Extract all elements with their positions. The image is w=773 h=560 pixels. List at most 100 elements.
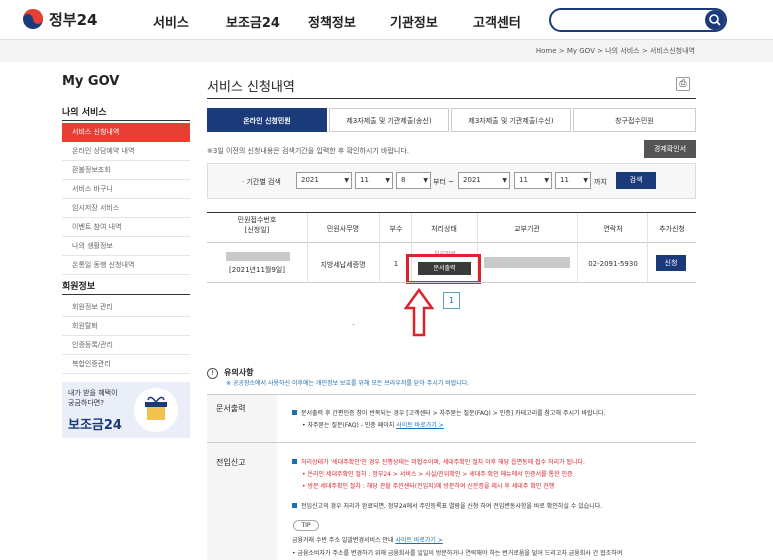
divider bbox=[62, 120, 190, 121]
th-copies: 부수 bbox=[389, 225, 403, 233]
period-label: · 기간별 검색 bbox=[242, 178, 281, 186]
sidebar-section-member: 회원정보 bbox=[62, 282, 96, 292]
sidebar-item-event[interactable]: 이벤트 참여 내역 bbox=[62, 218, 190, 237]
print-icon: ⎙ bbox=[679, 79, 687, 89]
faq-site-link[interactable]: 사이트 바로가기 > bbox=[396, 422, 443, 429]
sidebar-item-basket[interactable]: 서비스 바구니 bbox=[62, 180, 190, 199]
nav-services[interactable]: 서비스 bbox=[153, 12, 189, 31]
move-line1: 처리상태가 '세대주확인'인 경우 진행상태는 미접수이며, 세대주확인 절차 … bbox=[292, 457, 585, 466]
divider bbox=[647, 213, 648, 282]
sidebar-item-life-info[interactable]: 나의 생활정보 bbox=[62, 237, 190, 256]
highlight-box bbox=[406, 254, 481, 284]
move-line2: • 온라인 세대주확인 절차 : 정부24 > 서비스 > 사실/진위확인 > … bbox=[302, 471, 573, 478]
move-line6: • 금융소비자가 주소를 변경하기 위해 금융회사를 일일이 방문하거나 연락해… bbox=[292, 550, 623, 557]
notice-text: ※3일 이전의 신청내용은 검색기간을 입력한 후 확인하시기 바랍니다. bbox=[207, 147, 409, 155]
table-bottom-border bbox=[207, 282, 696, 283]
nav-agency-info[interactable]: 기관정보 bbox=[390, 12, 438, 31]
sidebar-item-member-info[interactable]: 회원정보 관리 bbox=[62, 298, 190, 317]
sidebar-item-temp-saved[interactable]: 임시저장 서비스 bbox=[62, 199, 190, 218]
search-input[interactable] bbox=[549, 8, 727, 32]
to-day-select[interactable]: 11 ▼ bbox=[555, 172, 591, 189]
doc-print-line2: • 자주묻는 질문(FAQ) - 인증 페이지 사이트 바로가기 > bbox=[302, 422, 444, 429]
sidebar-item-refund[interactable]: 환불정보조회 bbox=[62, 161, 190, 180]
banner-brand: 보조금24 bbox=[68, 418, 122, 433]
divider bbox=[207, 98, 696, 99]
bullet-icon bbox=[292, 410, 297, 415]
info-icon: ! bbox=[207, 368, 218, 379]
breadcrumb[interactable]: Home > My GOV > 나의 서비스 > 서비스신청내역 bbox=[536, 46, 695, 56]
th-office-name: 민원사무명 bbox=[326, 225, 360, 233]
chevron-down-icon: ▼ bbox=[423, 177, 428, 184]
tab-online[interactable]: 온라인 신청민원 bbox=[207, 108, 327, 132]
page-title: 서비스 신청내역 bbox=[207, 80, 295, 95]
sidebar-item-consult-booking[interactable]: 온라인 상담예약 내역 bbox=[62, 142, 190, 161]
tip-badge: TIP bbox=[293, 520, 319, 531]
gift-icon bbox=[134, 388, 178, 432]
sidebar-item-complex-auth[interactable]: 복합인증관리 bbox=[62, 355, 190, 374]
row-office-name[interactable]: 지방세납세증명 bbox=[308, 260, 378, 270]
select-value: 11 bbox=[360, 176, 369, 184]
sidebar-item-withdraw[interactable]: 회원탈퇴 bbox=[62, 317, 190, 336]
from-text: 부터 ~ bbox=[433, 178, 454, 186]
move-line3-text: 방문 세대주확인 절차 : 해당 관할 주민센터(전입지)에 방문하여 신분증을… bbox=[307, 483, 555, 490]
from-day-select[interactable]: 8 ▼ bbox=[396, 172, 431, 189]
sidebar-title: My GOV bbox=[62, 74, 120, 89]
chevron-down-icon: ▼ bbox=[344, 177, 349, 184]
search-button[interactable] bbox=[705, 10, 725, 30]
chevron-down-icon: ▼ bbox=[385, 177, 390, 184]
th-contact: 연락처 bbox=[603, 225, 623, 233]
move-line6-text: 금융소비자가 주소를 변경하기 위해 금융회사를 일일이 방문하거나 연락해야 … bbox=[297, 550, 623, 557]
to-year-select[interactable]: 2021 ▼ bbox=[458, 172, 510, 189]
th-receipt-no: 민원접수번호 [신청일] bbox=[237, 216, 277, 234]
move-in-label: 전입신고 bbox=[207, 443, 277, 560]
to-month-select[interactable]: 11 ▼ bbox=[514, 172, 552, 189]
th-status: 처리상태 bbox=[431, 225, 457, 233]
select-value: 2021 bbox=[301, 176, 319, 184]
chevron-down-icon: ▼ bbox=[502, 177, 507, 184]
doc-print-line2-text: 자주묻는 질문(FAQ) - 인증 페이지 bbox=[307, 422, 395, 429]
tab-third-receive[interactable]: 제3자제출 및 기관제출(수신) bbox=[451, 108, 571, 132]
sidebar-item-service-history[interactable]: 서비스 신청내역 bbox=[62, 123, 190, 142]
from-month-select[interactable]: 11 ▼ bbox=[355, 172, 393, 189]
redacted-receipt-no bbox=[226, 252, 290, 261]
doc-print-label: 문서출력 bbox=[207, 395, 277, 442]
move-line4: 전입신고의 경우 처리가 완료되면, 정부24에서 주민등록표 열람을 신청 하… bbox=[292, 501, 602, 510]
taegeuk-logo-icon bbox=[23, 9, 43, 29]
divider bbox=[207, 394, 696, 395]
move-line3: • 방문 세대주확인 절차 : 해당 관할 주민센터(전입지)에 방문하여 신분… bbox=[302, 483, 555, 490]
sidebar-item-companion[interactable]: 온통일 동행 신청내역 bbox=[62, 256, 190, 275]
nav-subsidy24[interactable]: 보조금24 bbox=[226, 12, 280, 31]
print-button[interactable]: ⎙ bbox=[676, 77, 690, 91]
move-line1-text: 처리상태가 '세대주확인'인 경우 진행상태는 미접수이며, 세대주확인 절차 … bbox=[301, 459, 585, 466]
nav-customer-center[interactable]: 고객센터 bbox=[473, 12, 521, 31]
th-agency: 교부기관 bbox=[514, 225, 540, 233]
pagination-page[interactable]: 1 bbox=[443, 292, 460, 309]
sidebar-item-auth[interactable]: 인증등록/관리 bbox=[62, 336, 190, 355]
divider bbox=[379, 213, 380, 282]
redacted-agency bbox=[484, 257, 570, 268]
select-value: 2021 bbox=[463, 176, 481, 184]
doc-print-line1: 문서출력 후 간편인증 창이 반복되는 경우 [고객센터 > 자주묻는 질문(F… bbox=[292, 408, 605, 417]
divider bbox=[207, 442, 696, 443]
period-search-button[interactable]: 검색 bbox=[616, 172, 656, 189]
finance-site-link[interactable]: 사이트 바로가기 > bbox=[395, 537, 442, 544]
divider bbox=[307, 213, 308, 282]
logo[interactable]: 정부24 bbox=[22, 8, 97, 30]
select-value: 8 bbox=[401, 176, 406, 184]
tab-counter[interactable]: 창구접수민원 bbox=[573, 108, 696, 132]
select-value: 11 bbox=[560, 176, 569, 184]
sidebar-section-my-services: 나의 서비스 bbox=[62, 108, 107, 118]
arrow-up-icon bbox=[404, 288, 434, 337]
certificate-button[interactable]: 경제확인서 bbox=[644, 140, 696, 158]
nav-policy-info[interactable]: 정책정보 bbox=[308, 12, 356, 31]
row-phone: 02-2091-5930 bbox=[588, 260, 638, 268]
chevron-down-icon: ▼ bbox=[583, 177, 588, 184]
bullet-icon bbox=[292, 503, 297, 508]
tab-third-send[interactable]: 제3자제출 및 기관제출(송신) bbox=[329, 108, 449, 132]
caution-desc: ※ 공공장소에서 사용하신 이후에는 개인정보 보호를 위해 모든 브라우저를 … bbox=[226, 380, 470, 387]
banner-text: 내가 받을 혜택이 궁금하다면? bbox=[68, 389, 118, 407]
from-year-select[interactable]: 2021 ▼ bbox=[296, 172, 352, 189]
chevron-down-icon: ▼ bbox=[544, 177, 549, 184]
apply-button[interactable]: 신청 bbox=[656, 255, 686, 271]
search-icon bbox=[709, 14, 721, 26]
